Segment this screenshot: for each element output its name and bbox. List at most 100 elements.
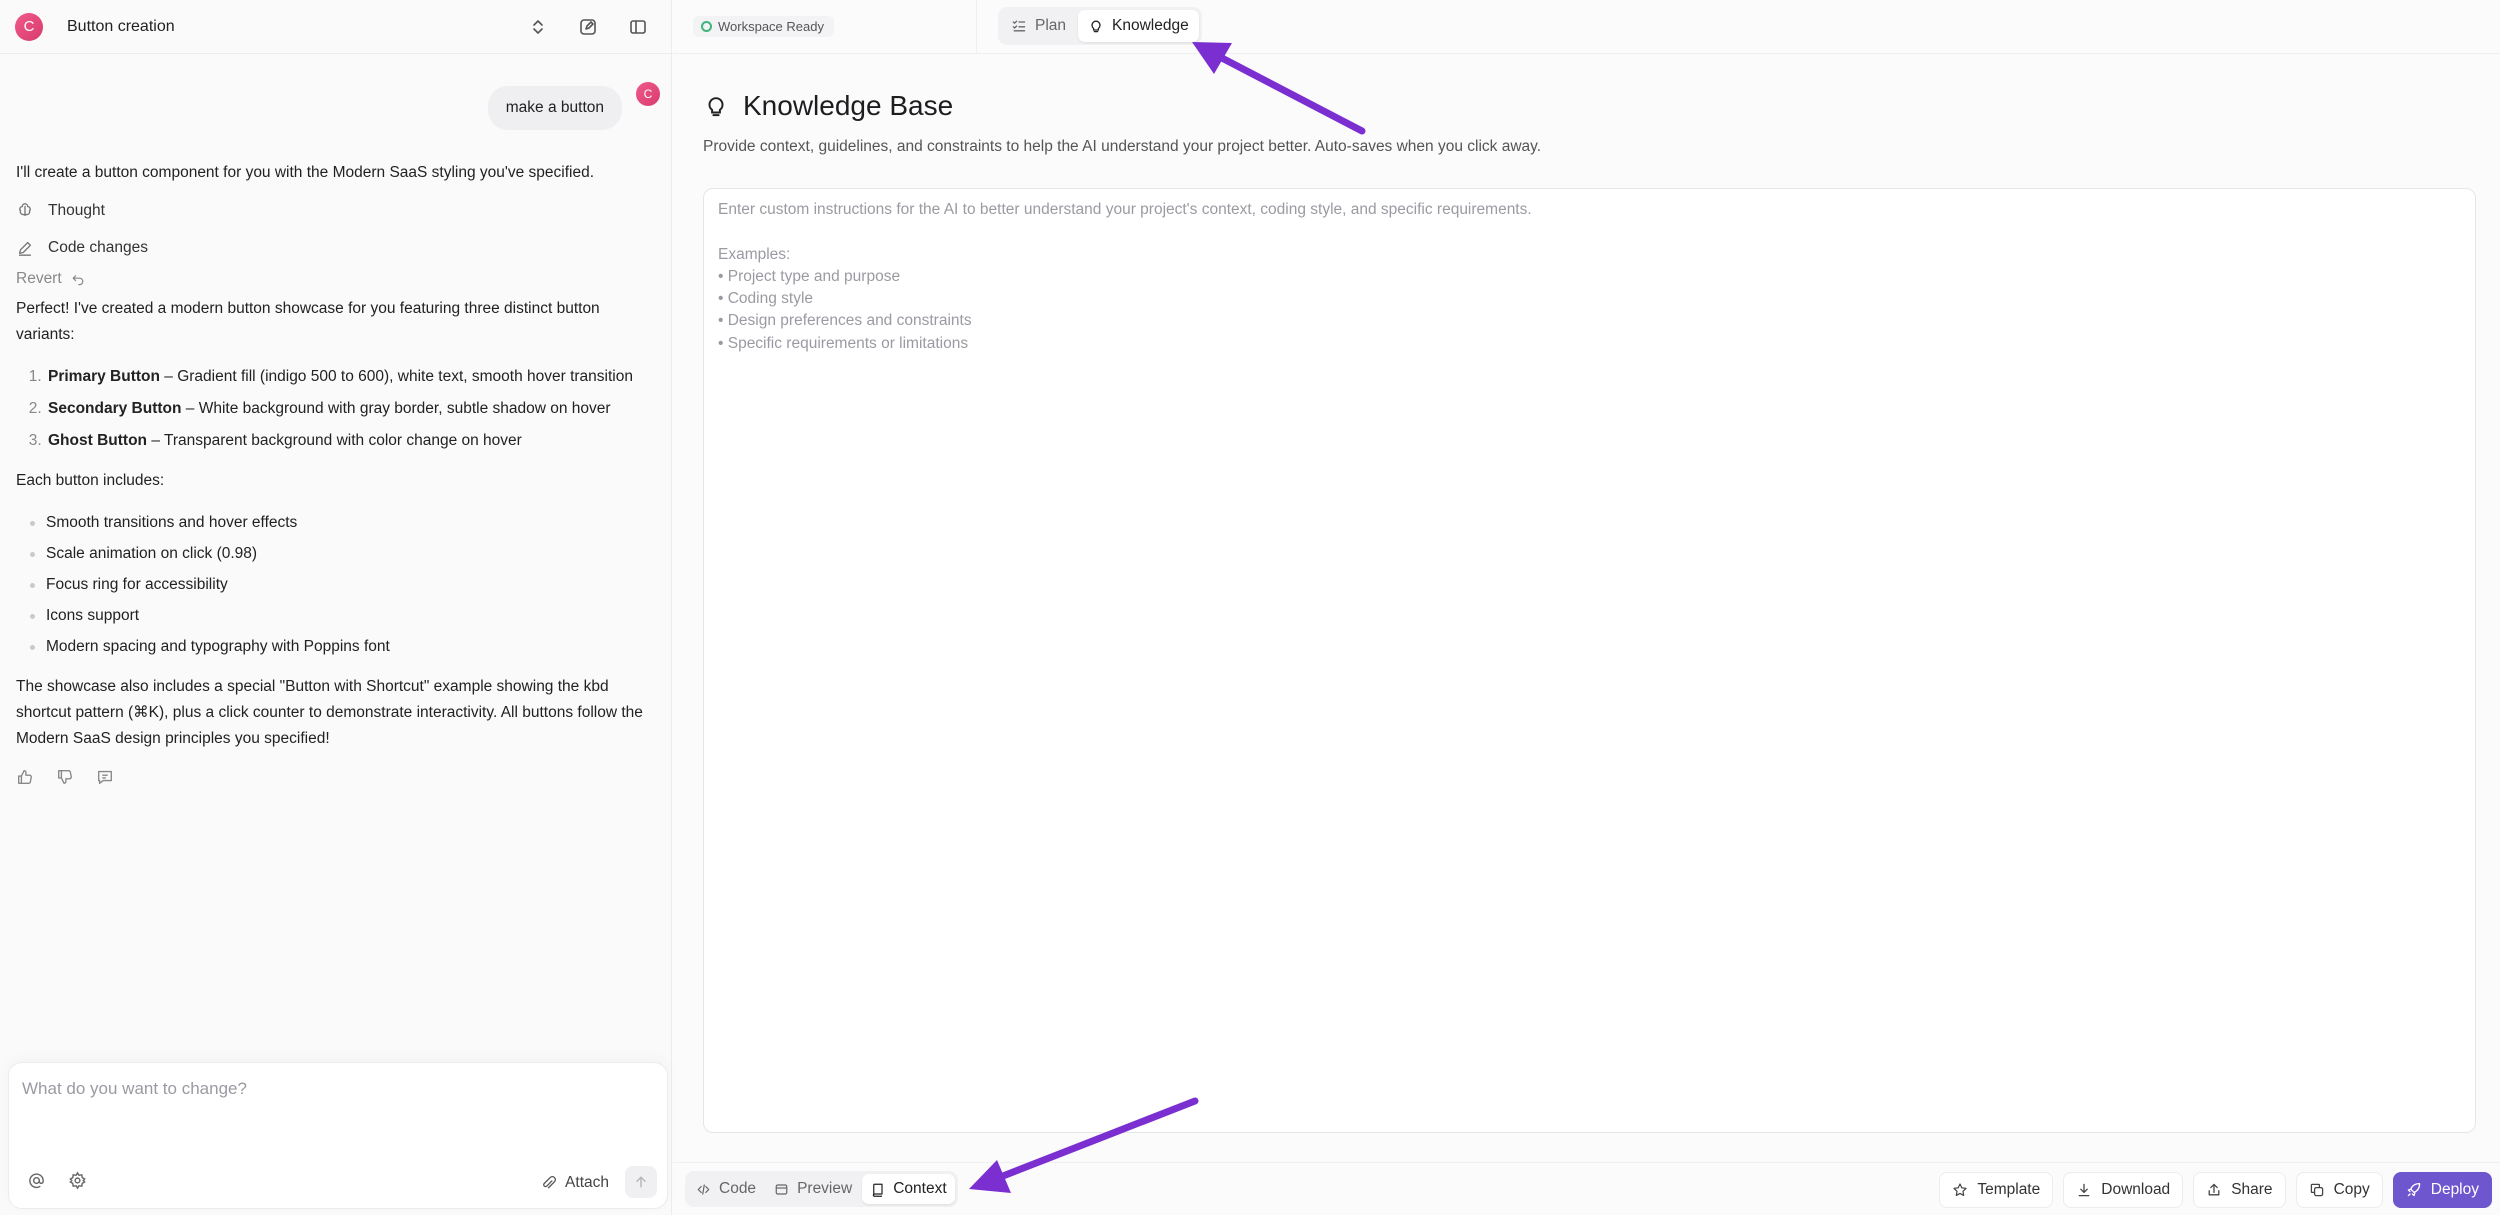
chat-panel: C Button creation make a button C I'll c…	[0, 0, 672, 1215]
pencil-icon	[16, 239, 34, 257]
list-item: Focus ring for accessibility	[30, 572, 646, 598]
attach-button[interactable]: Attach	[540, 1174, 609, 1192]
template-button[interactable]: Template	[1939, 1172, 2054, 1208]
lightbulb-icon	[1088, 18, 1104, 34]
action-buttons: Template Download Share Copy Deploy	[1939, 1172, 2492, 1208]
list-item: Scale animation on click (0.98)	[30, 541, 646, 567]
deploy-label: Deploy	[2430, 1181, 2479, 1198]
sidebar-toggle-icon[interactable]	[628, 17, 648, 37]
tab-code[interactable]: Code	[688, 1174, 764, 1204]
book-icon	[870, 1182, 885, 1197]
status-dot-icon	[701, 21, 712, 32]
status-text: Workspace Ready	[718, 19, 824, 34]
thought-toggle[interactable]: Thought	[16, 192, 646, 229]
star-icon	[1952, 1182, 1968, 1198]
lightbulb-icon	[703, 93, 729, 119]
view-toggle: Code Preview Context	[685, 1171, 958, 1207]
assistant-message: I'll create a button component for you w…	[16, 160, 646, 786]
chevron-up-down-icon[interactable]	[528, 17, 548, 37]
variant-desc: – Gradient fill (indigo 500 to 600), whi…	[159, 368, 633, 385]
page-title: Knowledge Base	[703, 90, 953, 122]
list-item: Secondary Button – White background with…	[46, 396, 646, 422]
undo-icon	[70, 271, 86, 287]
knowledge-placeholder: Enter custom instructions for the AI to …	[718, 201, 1532, 352]
code-changes-label: Code changes	[48, 238, 148, 256]
project-title: Button creation	[67, 17, 175, 35]
settings-icon[interactable]	[68, 1171, 87, 1190]
chat-thread: make a button C I'll create a button com…	[0, 54, 672, 1055]
feedback-row	[16, 768, 646, 786]
thumbs-down-icon[interactable]	[56, 768, 74, 786]
divider	[976, 0, 977, 54]
message-composer[interactable]: What do you want to change? Attach	[8, 1062, 668, 1209]
page-subtitle: Provide context, guidelines, and constra…	[703, 138, 1542, 155]
mention-icon[interactable]	[27, 1171, 46, 1190]
knowledge-textarea[interactable]: Enter custom instructions for the AI to …	[703, 188, 2476, 1133]
list-item: Primary Button – Gradient fill (indigo 5…	[46, 364, 646, 390]
tab-plan-label: Plan	[1035, 17, 1067, 34]
user-message: make a button C	[487, 82, 660, 130]
status-badge: Workspace Ready	[693, 16, 834, 37]
share-icon	[2206, 1182, 2222, 1198]
user-avatar: C	[636, 82, 660, 106]
browser-window-icon	[774, 1182, 789, 1197]
list-item: Modern spacing and typography with Poppi…	[30, 634, 646, 660]
assistant-summary: Perfect! I've created a modern button sh…	[16, 300, 600, 343]
code-changes-toggle[interactable]: Code changes	[16, 229, 646, 266]
edit-icon[interactable]	[578, 17, 598, 37]
template-label: Template	[1977, 1181, 2041, 1198]
send-button[interactable]	[625, 1166, 657, 1198]
variant-desc: – Transparent background with color chan…	[147, 432, 522, 449]
feature-list: Smooth transitions and hover effects Sca…	[16, 510, 646, 660]
revert-label: Revert	[16, 270, 62, 287]
attach-label: Attach	[565, 1174, 609, 1191]
thought-label: Thought	[48, 201, 105, 219]
assistant-intro: I'll create a button component for you w…	[16, 164, 595, 181]
comment-icon[interactable]	[96, 768, 114, 786]
mode-toggle: Plan Knowledge	[998, 7, 1202, 45]
includes-heading: Each button includes:	[16, 472, 165, 489]
paperclip-icon	[540, 1175, 557, 1192]
list-check-icon	[1011, 18, 1027, 34]
tab-context[interactable]: Context	[862, 1174, 955, 1204]
tab-knowledge[interactable]: Knowledge	[1078, 10, 1199, 42]
tab-preview[interactable]: Preview	[766, 1174, 860, 1204]
tab-plan[interactable]: Plan	[1001, 10, 1076, 42]
avatar[interactable]: C	[15, 12, 43, 41]
download-icon	[2076, 1182, 2092, 1198]
variant-name: Secondary Button	[48, 400, 182, 417]
user-message-bubble: make a button	[487, 86, 622, 130]
variant-desc: – White background with gray border, sub…	[181, 400, 611, 417]
chat-header: C Button creation	[0, 0, 671, 54]
share-button[interactable]: Share	[2193, 1172, 2286, 1208]
assistant-closing: The showcase also includes a special "Bu…	[16, 678, 643, 747]
tab-code-label: Code	[719, 1180, 757, 1197]
deploy-button[interactable]: Deploy	[2392, 1172, 2492, 1208]
variant-name: Primary Button	[48, 368, 160, 385]
tab-preview-label: Preview	[797, 1180, 853, 1197]
brain-icon	[16, 202, 34, 220]
code-icon	[696, 1182, 711, 1197]
copy-label: Copy	[2333, 1181, 2370, 1198]
copy-button[interactable]: Copy	[2295, 1172, 2383, 1208]
revert-button[interactable]: Revert	[16, 266, 646, 292]
arrow-to-knowledge	[1192, 42, 1366, 135]
variant-list: Primary Button – Gradient fill (indigo 5…	[16, 364, 646, 454]
copy-icon	[2309, 1182, 2325, 1198]
workspace-topbar: Workspace Ready Plan Knowledge	[673, 0, 2500, 54]
list-item: Icons support	[30, 603, 646, 629]
share-label: Share	[2231, 1181, 2273, 1198]
composer-input[interactable]: What do you want to change?	[22, 1079, 247, 1099]
tab-knowledge-label: Knowledge	[1112, 17, 1189, 34]
page-title-text: Knowledge Base	[743, 90, 954, 121]
download-button[interactable]: Download	[2063, 1172, 2184, 1208]
arrow-up-icon	[633, 1174, 649, 1190]
list-item: Ghost Button – Transparent background wi…	[46, 428, 646, 454]
variant-name: Ghost Button	[48, 432, 148, 449]
list-item: Smooth transitions and hover effects	[30, 510, 646, 536]
rocket-icon	[2406, 1182, 2422, 1198]
tab-context-label: Context	[893, 1180, 947, 1197]
thumbs-up-icon[interactable]	[16, 768, 34, 786]
download-label: Download	[2101, 1181, 2171, 1198]
bottom-toolbar: Code Preview Context Template Download S…	[673, 1162, 2500, 1215]
